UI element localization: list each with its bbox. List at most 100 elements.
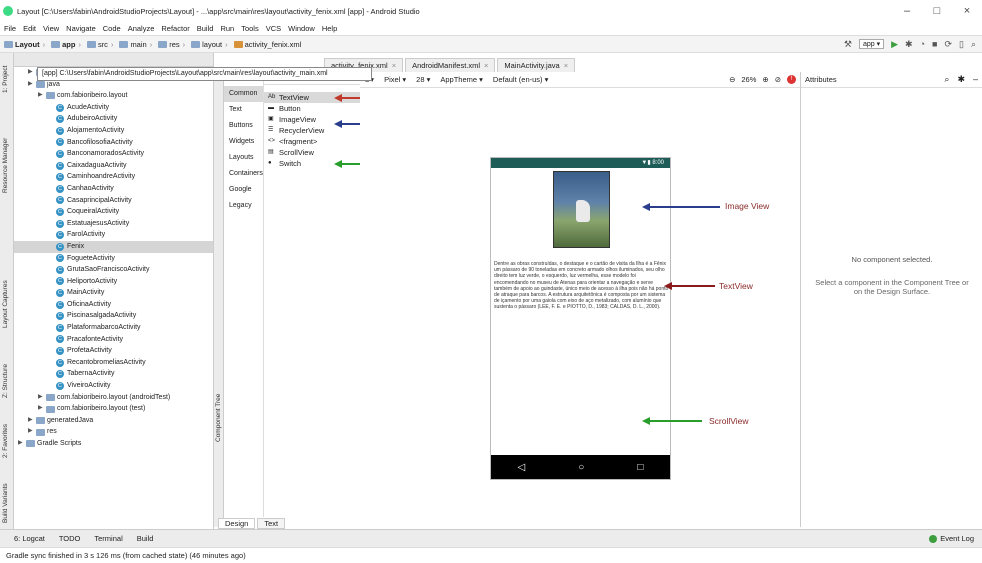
palette-category-common[interactable]: Common: [224, 86, 263, 102]
expand-arrow-icon[interactable]: ▶: [28, 415, 36, 427]
tab-main-activity[interactable]: MainActivity.java ×: [497, 58, 576, 72]
tree-item[interactable]: C PlataformabarcoActivity: [14, 322, 213, 334]
expand-arrow-icon[interactable]: ▶: [28, 426, 36, 438]
maximize-button[interactable]: □: [922, 5, 952, 17]
expand-arrow-icon[interactable]: ▶: [18, 438, 26, 450]
home-icon[interactable]: ○: [578, 462, 584, 473]
tree-item[interactable]: ▶ res: [14, 426, 213, 438]
tree-item[interactable]: C GrutaSaoFranciscoActivity: [14, 264, 213, 276]
project-tool-tab[interactable]: 1: Project: [2, 66, 9, 93]
structure-tab[interactable]: Z: Structure: [2, 364, 9, 398]
zoom-in-icon[interactable]: ⊕: [762, 75, 768, 84]
tree-item[interactable]: C OficinaActivity: [14, 299, 213, 311]
build-hammer-icon[interactable]: ⚒: [844, 39, 852, 50]
palette-category-text[interactable]: Text: [224, 102, 263, 118]
tree-item[interactable]: C CaminhoandreActivity: [14, 171, 213, 183]
tree-item[interactable]: C CanhaoActivity: [14, 183, 213, 195]
tree-item[interactable]: C EstatuajesusActivity: [14, 218, 213, 230]
palette-category-widgets[interactable]: Widgets: [224, 134, 263, 150]
logcat-tab[interactable]: 6: Logcat: [14, 534, 45, 543]
tree-item[interactable]: C AcudeActivity: [14, 102, 213, 114]
tree-item[interactable]: C BanconamoradosActivity: [14, 148, 213, 160]
menu-tools[interactable]: Tools: [241, 24, 259, 33]
hide-icon[interactable]: –: [973, 74, 978, 85]
back-icon[interactable]: ◁: [518, 462, 526, 473]
resource-manager-tab[interactable]: Resource Manager: [2, 138, 9, 193]
tree-item[interactable]: ▶ Gradle Scripts: [14, 438, 213, 450]
tree-item[interactable]: C RecantobromeliasActivity: [14, 357, 213, 369]
expand-arrow-icon[interactable]: ▶: [38, 392, 46, 404]
palette-category-legacy[interactable]: Legacy: [224, 198, 263, 214]
breadcrumb-res[interactable]: res ›: [158, 40, 188, 49]
close-button[interactable]: ×: [952, 5, 982, 17]
stop-icon[interactable]: ■: [932, 39, 937, 49]
tree-item[interactable]: C ProfetaActivity: [14, 345, 213, 357]
theme-select[interactable]: AppTheme ▾: [440, 75, 483, 84]
palette-category-layouts[interactable]: Layouts: [224, 150, 263, 166]
zoom-out-icon[interactable]: ⊖: [729, 75, 735, 84]
error-icon[interactable]: !: [787, 75, 796, 84]
avd-manager-icon[interactable]: ▯: [959, 39, 964, 50]
tree-item[interactable]: C MainActivity: [14, 287, 213, 299]
expand-arrow-icon[interactable]: ▶: [28, 79, 36, 91]
component-tree-tab[interactable]: Component Tree: [215, 394, 222, 442]
menu-view[interactable]: View: [43, 24, 59, 33]
breadcrumb-app[interactable]: app ›: [51, 40, 84, 49]
tab-android-manifest[interactable]: AndroidManifest.xml ×: [405, 58, 496, 72]
phoenix-image[interactable]: [553, 171, 610, 248]
menu-code[interactable]: Code: [103, 24, 121, 33]
tree-item[interactable]: C BancofilosofiaActivity: [14, 137, 213, 149]
layout-captures-tab[interactable]: Layout Captures: [2, 280, 9, 328]
tree-item[interactable]: ▶ com.fabioribeiro.layout (androidTest): [14, 392, 213, 404]
tree-item[interactable]: C AdubeiroActivity: [14, 113, 213, 125]
menu-file[interactable]: File: [4, 24, 16, 33]
menu-run[interactable]: Run: [220, 24, 234, 33]
menu-analyze[interactable]: Analyze: [128, 24, 155, 33]
tree-item[interactable]: C ViveiroActivity: [14, 380, 213, 392]
close-tab-icon[interactable]: ×: [484, 61, 488, 70]
tree-item[interactable]: C HeliportoActivity: [14, 276, 213, 288]
tree-item[interactable]: C CasaprincipalActivity: [14, 195, 213, 207]
run-icon[interactable]: ▶: [891, 39, 898, 50]
run-config-select[interactable]: app ▾: [858, 39, 885, 49]
menu-help[interactable]: Help: [322, 24, 337, 33]
profile-icon[interactable]: ◔: [920, 39, 925, 49]
close-tab-icon[interactable]: ×: [392, 61, 396, 70]
menu-vcs[interactable]: VCS: [266, 24, 281, 33]
build-variants-tab[interactable]: Build Variants: [2, 483, 9, 523]
tree-item[interactable]: ▶ com.fabioribeiro.layout: [14, 90, 213, 102]
expand-arrow-icon[interactable]: ▶: [28, 67, 36, 79]
locale-select[interactable]: Default (en-us) ▾: [493, 75, 548, 84]
menu-edit[interactable]: Edit: [23, 24, 36, 33]
tree-item[interactable]: C CaixadaguaActivity: [14, 160, 213, 172]
tree-item[interactable]: C Fenix: [14, 240, 213, 253]
text-tab[interactable]: Text: [257, 517, 286, 529]
breadcrumb-main[interactable]: main ›: [119, 40, 155, 49]
design-tab[interactable]: Design: [218, 517, 256, 529]
gear-icon[interactable]: ✱: [957, 74, 965, 85]
tree-item[interactable]: C TabernaActivity: [14, 368, 213, 380]
breadcrumb-layout[interactable]: Layout ›: [4, 40, 48, 49]
debug-icon[interactable]: ✱: [905, 39, 913, 50]
menu-navigate[interactable]: Navigate: [66, 24, 96, 33]
tree-item[interactable]: C FogueteActivity: [14, 253, 213, 265]
search-icon[interactable]: ⌕: [971, 39, 976, 50]
zoom-fit-icon[interactable]: ⊘: [775, 75, 781, 84]
expand-arrow-icon[interactable]: ▶: [38, 403, 46, 415]
sync-icon[interactable]: ⟳: [944, 39, 952, 50]
tree-item[interactable]: C FarolActivity: [14, 229, 213, 241]
device-select[interactable]: Pixel ▾: [384, 75, 406, 84]
menu-refactor[interactable]: Refactor: [161, 24, 189, 33]
tree-item[interactable]: ▶ com.fabioribeiro.layout (test): [14, 403, 213, 415]
tree-item[interactable]: ▶ generatedJava: [14, 415, 213, 427]
expand-arrow-icon[interactable]: ▶: [38, 90, 46, 102]
search-icon[interactable]: ⌕: [944, 74, 949, 85]
tree-item[interactable]: C CoqueiralActivity: [14, 206, 213, 218]
close-tab-icon[interactable]: ×: [564, 61, 568, 70]
tree-item[interactable]: C PiscinasalgadaActivity: [14, 310, 213, 322]
palette-category-containers[interactable]: Containers: [224, 166, 263, 182]
recents-icon[interactable]: □: [637, 462, 643, 473]
menu-build[interactable]: Build: [197, 24, 214, 33]
palette-category-buttons[interactable]: Buttons: [224, 118, 263, 134]
breadcrumb-layout-folder[interactable]: layout ›: [191, 40, 231, 49]
